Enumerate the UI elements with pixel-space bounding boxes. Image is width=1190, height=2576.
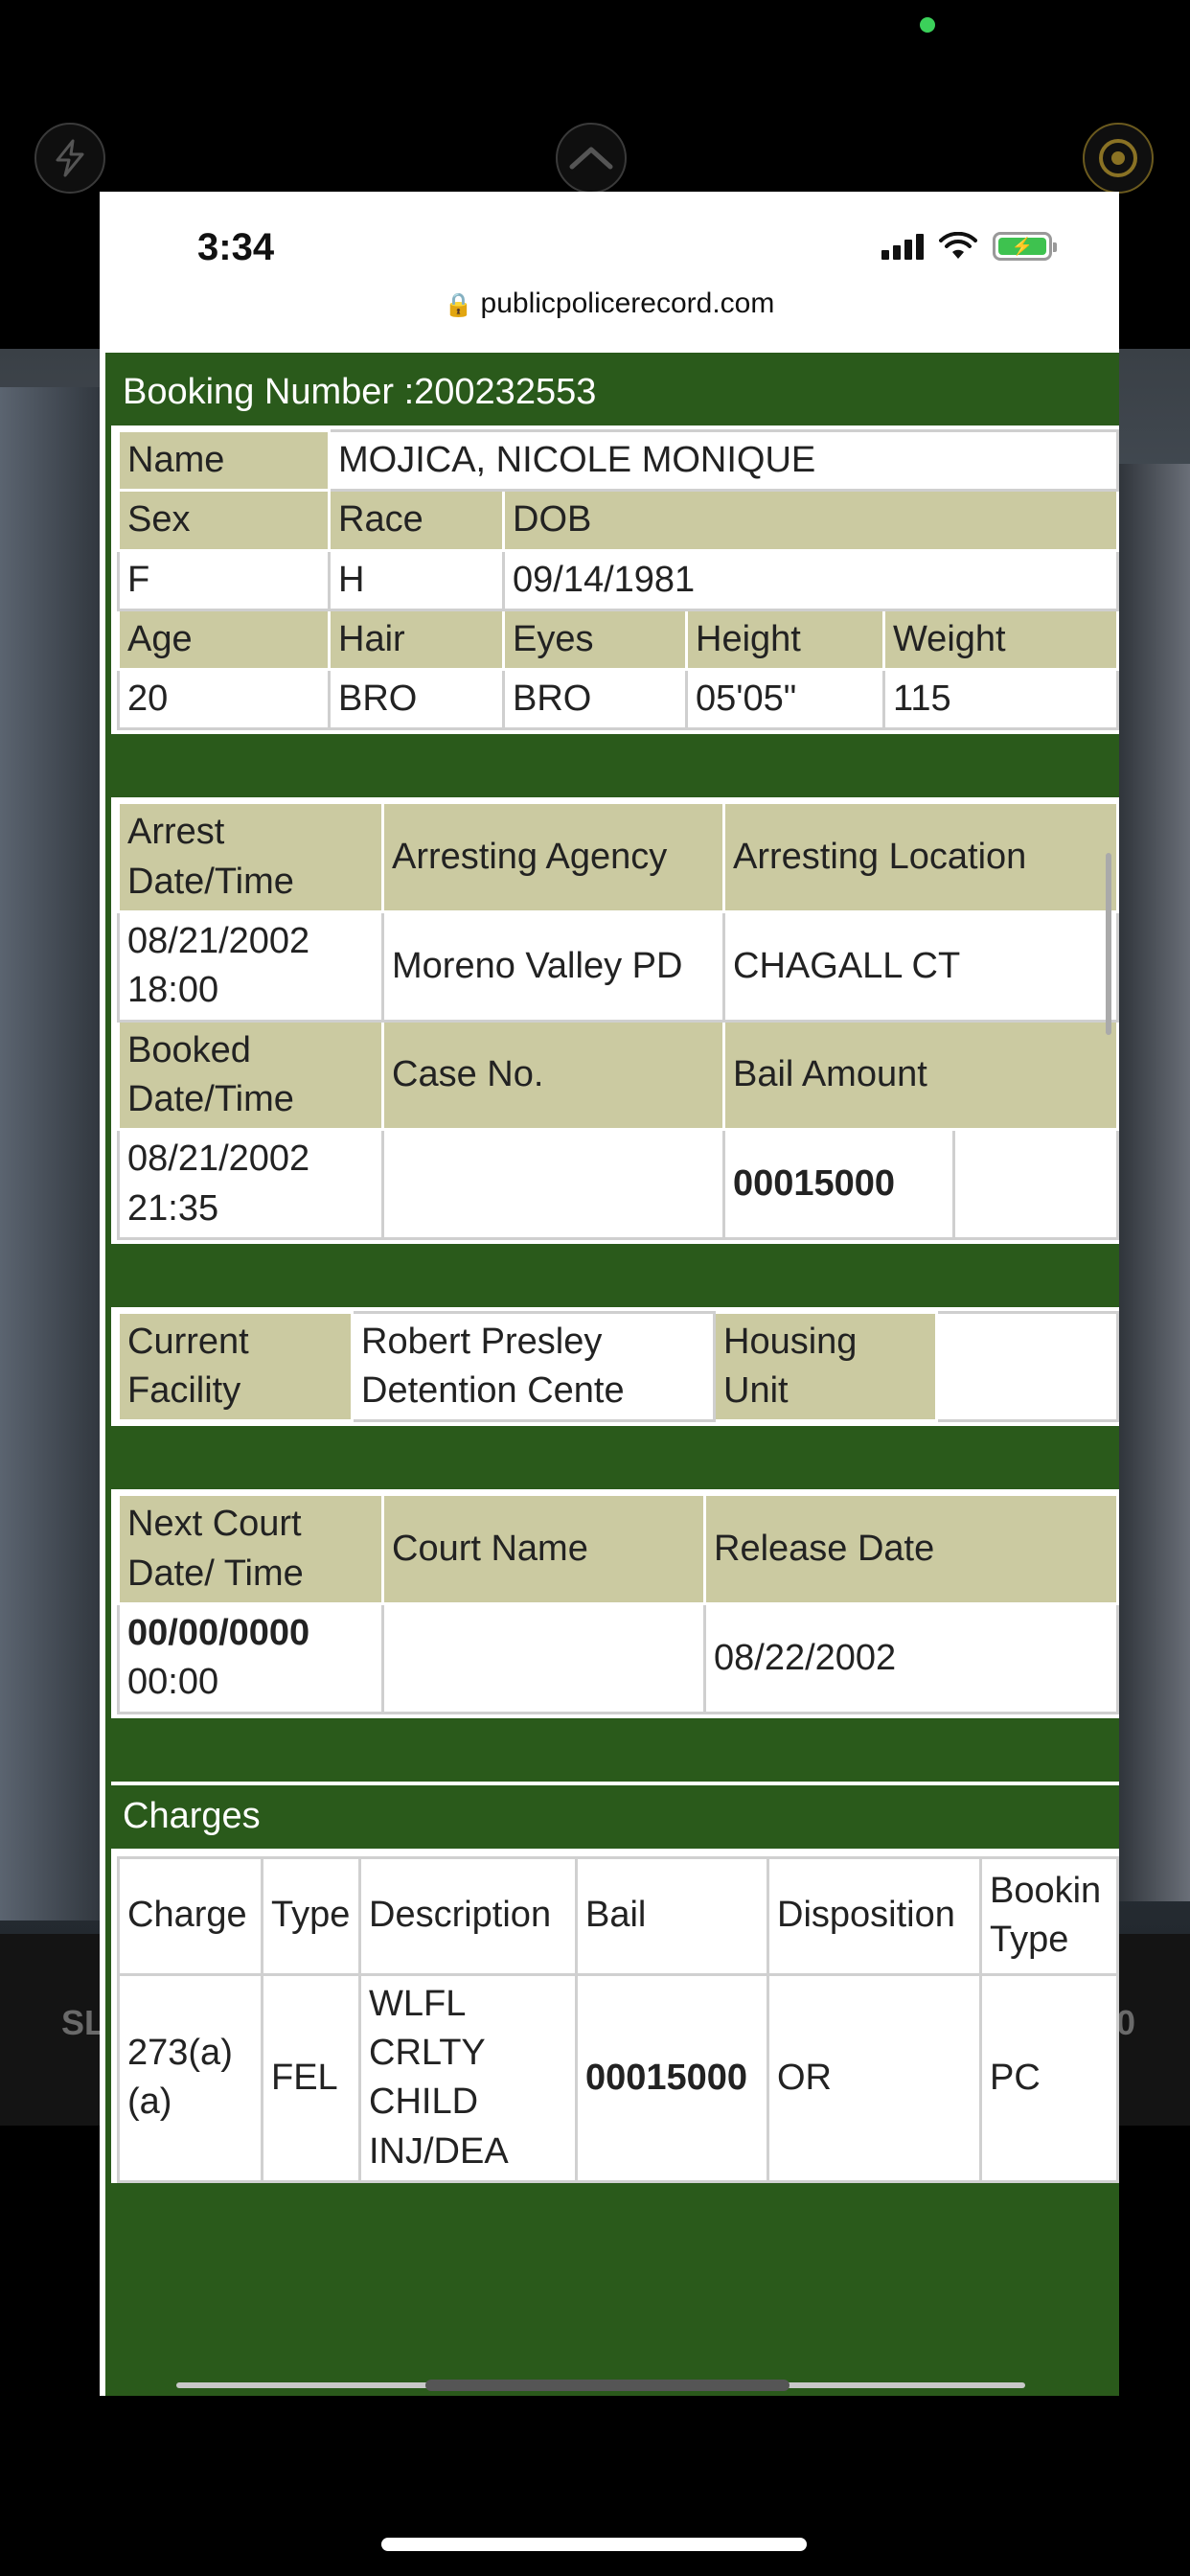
charges-table: Charge Type Description Bail Disposition… bbox=[117, 1855, 1119, 2183]
background-blur-right bbox=[1113, 464, 1190, 1901]
status-time: 3:34 bbox=[197, 226, 275, 268]
type-header: Type bbox=[261, 1855, 361, 1976]
charges-header: Charges bbox=[111, 1781, 1119, 1849]
facility-section: Current Facility Robert Presley Detention … bbox=[111, 1306, 1119, 1423]
live-photo-button[interactable] bbox=[1083, 123, 1154, 194]
arrest-info-table: Arrest Date/Time Arresting Agency Arresti… bbox=[117, 801, 1119, 1240]
section-divider bbox=[111, 1239, 1119, 1307]
flash-icon bbox=[56, 139, 84, 177]
charge-cell: 273(a) (a) bbox=[117, 1972, 263, 2183]
eyes-value: BRO bbox=[502, 668, 688, 731]
record-page: Booking Number :200232553 Name MOJICA, N… bbox=[105, 353, 1119, 2396]
arresting-location-label: Arresting Location bbox=[722, 801, 1119, 914]
arrest-datetime-label: Arrest Date/Time bbox=[117, 801, 384, 914]
charge-header: Charge bbox=[117, 1855, 263, 1976]
arresting-agency-label: Arresting Agency bbox=[381, 801, 725, 914]
battery-charging-icon: ⚡ bbox=[993, 232, 1057, 261]
cellular-signal-icon bbox=[881, 233, 924, 260]
personal-info-table: Name MOJICA, NICOLE MONIQUE Sex Race DOB… bbox=[117, 428, 1119, 731]
court-section: Next Court Date/ Time Court Name Release … bbox=[111, 1489, 1119, 1714]
eyes-label: Eyes bbox=[502, 608, 688, 672]
next-court-label: Next Court Date/ Time bbox=[117, 1493, 384, 1606]
background-blur-left bbox=[0, 387, 105, 1920]
arrest-info-section: Arrest Date/Time Arresting Agency Arresti… bbox=[111, 797, 1119, 1240]
home-indicator[interactable] bbox=[381, 2538, 807, 2551]
booking-type-header: Bookin Type bbox=[979, 1855, 1119, 1976]
court-name-value bbox=[381, 1602, 706, 1714]
section-divider bbox=[111, 1714, 1119, 1782]
record-container: Booking Number :200232553 Name MOJICA, N… bbox=[111, 358, 1119, 2183]
sex-label: Sex bbox=[117, 489, 331, 552]
hair-label: Hair bbox=[328, 608, 505, 672]
age-label: Age bbox=[117, 608, 331, 672]
section-divider bbox=[111, 1422, 1119, 1490]
bail-extra-cell bbox=[952, 1128, 1119, 1240]
housing-unit-value bbox=[935, 1310, 1119, 1423]
wifi-icon bbox=[939, 232, 977, 259]
housing-unit-label: Housing Unit bbox=[713, 1310, 938, 1423]
disposition-cell: OR bbox=[767, 1972, 982, 2183]
description-cell: WLFL CRLTY CHILD INJ/DEA bbox=[358, 1972, 578, 2183]
dob-value: 09/14/1981 bbox=[502, 548, 1119, 611]
chevron-up-icon bbox=[569, 147, 613, 170]
release-date-label: Release Date bbox=[703, 1493, 1119, 1606]
booked-datetime-label: Booked Date/Time bbox=[117, 1019, 384, 1132]
facility-table: Current Facility Robert Presley Detention … bbox=[117, 1310, 1119, 1423]
bail-amount-value: 00015000 bbox=[722, 1128, 955, 1240]
charges-header-row: Charge Type Description Bail Disposition… bbox=[117, 1855, 1119, 1976]
table-row: 273(a) (a) FEL WLFL CRLTY CHILD INJ/DEA 0001… bbox=[117, 1972, 1119, 2183]
horizontal-scrollbar-thumb[interactable] bbox=[425, 2380, 790, 2391]
description-header: Description bbox=[358, 1855, 578, 1976]
lock-icon: 🔒 bbox=[444, 292, 473, 318]
address-bar[interactable]: 🔒 publicpolicerecord.com bbox=[100, 288, 1119, 345]
name-value: MOJICA, NICOLE MONIQUE bbox=[328, 428, 1119, 493]
live-photo-icon bbox=[1099, 139, 1137, 177]
age-value: 20 bbox=[117, 668, 331, 731]
current-facility-label: Current Facility bbox=[117, 1310, 354, 1423]
sex-value: F bbox=[117, 548, 331, 611]
race-label: Race bbox=[328, 489, 505, 552]
expand-button[interactable] bbox=[556, 123, 627, 194]
case-no-value bbox=[381, 1128, 725, 1240]
arrest-datetime-value: 08/21/2002 18:00 bbox=[117, 910, 384, 1023]
hair-value: BRO bbox=[328, 668, 505, 731]
type-cell: FEL bbox=[261, 1972, 361, 2183]
release-date-value: 08/22/2002 bbox=[703, 1602, 1119, 1714]
dob-label: DOB bbox=[502, 489, 1119, 552]
court-name-label: Court Name bbox=[381, 1493, 706, 1606]
background-text-right: 0 bbox=[1116, 2003, 1136, 2042]
name-label: Name bbox=[117, 428, 331, 493]
vertical-scrollbar[interactable] bbox=[1106, 853, 1111, 1035]
weight-label: Weight bbox=[882, 608, 1119, 672]
arresting-agency-value: Moreno Valley PD bbox=[381, 910, 725, 1023]
bail-header: Bail bbox=[575, 1855, 769, 1976]
next-court-value: 00/00/0000 00:00 bbox=[117, 1602, 384, 1714]
url-text: publicpolicerecord.com bbox=[480, 288, 775, 319]
weight-value: 115 bbox=[882, 668, 1119, 731]
personal-info-section: Name MOJICA, NICOLE MONIQUE Sex Race DOB… bbox=[111, 426, 1119, 731]
height-value: 05'05" bbox=[685, 668, 885, 731]
bail-amount-label: Bail Amount bbox=[722, 1019, 1119, 1132]
bail-cell: 00015000 bbox=[575, 1972, 769, 2183]
arresting-location-value: CHAGALL CT bbox=[722, 910, 1119, 1023]
camera-in-use-indicator bbox=[920, 17, 935, 33]
race-value: H bbox=[328, 548, 505, 611]
booking-type-cell: PC bbox=[979, 1972, 1119, 2183]
horizontal-scrollbar[interactable] bbox=[176, 2380, 1025, 2391]
current-facility-value: Robert Presley Detention Cente bbox=[351, 1310, 716, 1423]
status-icons: ⚡ bbox=[881, 232, 1057, 261]
charges-section: Charge Type Description Bail Disposition… bbox=[111, 1848, 1119, 2183]
screenshot-card: 3:34 ⚡ 🔒 publicpolicerecord.com Booking N… bbox=[100, 192, 1119, 2396]
booking-number-header: Booking Number :200232553 bbox=[111, 358, 1119, 426]
court-table: Next Court Date/ Time Court Name Release … bbox=[117, 1493, 1119, 1714]
height-label: Height bbox=[685, 608, 885, 672]
booked-datetime-value: 08/21/2002 21:35 bbox=[117, 1128, 384, 1240]
disposition-header: Disposition bbox=[767, 1855, 982, 1976]
flash-button[interactable] bbox=[34, 123, 105, 194]
section-divider bbox=[111, 730, 1119, 798]
case-no-label: Case No. bbox=[381, 1019, 725, 1132]
